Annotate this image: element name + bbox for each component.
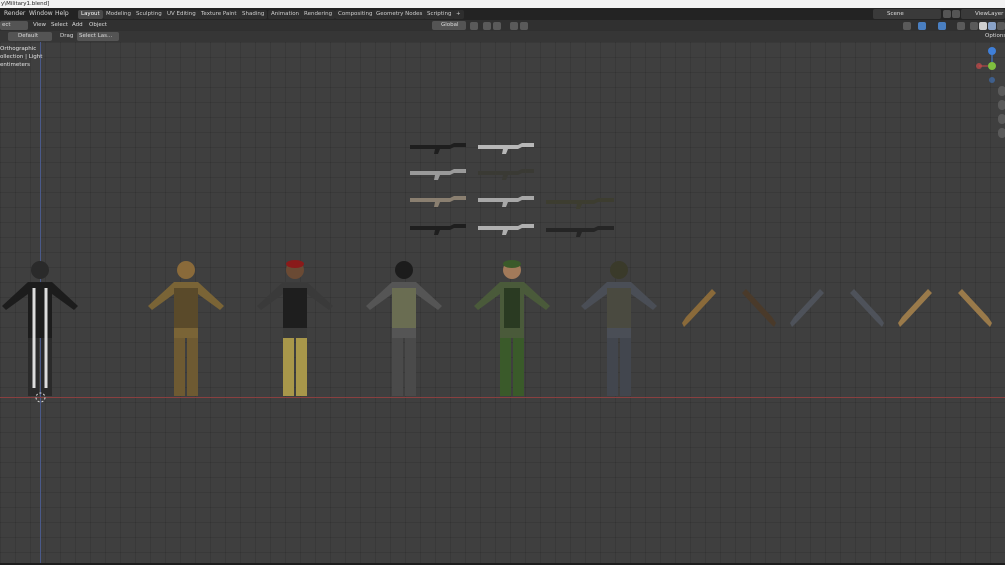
visibility-icon[interactable] [903, 22, 911, 30]
transform-orientation-value: Global [441, 22, 459, 28]
tool-settings-bar: Default Drag Select Las... Options [0, 31, 1005, 42]
pan-icon[interactable] [998, 100, 1005, 110]
menu-help[interactable]: Help [55, 8, 69, 20]
camera-view-icon[interactable] [998, 114, 1005, 124]
arm-model[interactable] [958, 287, 994, 329]
tab-geometry-nodes[interactable]: Geometry Nodes [373, 10, 426, 19]
snap-target-icon[interactable] [493, 22, 501, 30]
soldier-model[interactable] [356, 258, 452, 398]
top-bar: Render Window Help Layout Modeling Sculp… [0, 8, 1005, 20]
orientation-dropdown[interactable]: Default [8, 32, 52, 41]
rifle-model[interactable] [478, 166, 534, 180]
menu-render[interactable]: Render [4, 8, 25, 20]
perspective-toggle-icon[interactable] [998, 128, 1005, 138]
units-text: entimeters [0, 62, 30, 68]
gizmo-toggle-icon[interactable] [918, 22, 926, 30]
tab-animation[interactable]: Animation [268, 10, 303, 19]
rifle-model[interactable] [410, 140, 466, 154]
add-workspace-button[interactable]: + [453, 10, 464, 19]
tab-sculpting[interactable]: Sculpting [133, 10, 165, 19]
navigation-gizmo[interactable] [968, 44, 1005, 88]
arm-model[interactable] [788, 287, 824, 329]
drag-label: Drag [60, 33, 74, 39]
xray-toggle-icon[interactable] [957, 22, 965, 30]
viewport-header: ect Mode View Select Add Object Global [0, 20, 1005, 37]
proportional-falloff-icon[interactable] [520, 22, 528, 30]
tab-uv-editing[interactable]: UV Editing [164, 10, 199, 19]
viewlayer-label: ViewLayer [975, 11, 1004, 17]
pivot-point-icon[interactable] [470, 22, 478, 30]
arm-model[interactable] [680, 287, 716, 329]
soldier-model[interactable] [571, 258, 667, 398]
soldier-model[interactable] [0, 258, 88, 398]
rifle-model[interactable] [478, 193, 534, 207]
tab-scripting[interactable]: Scripting [424, 10, 455, 19]
shading-wireframe-icon[interactable] [970, 22, 978, 30]
rifle-model[interactable] [410, 193, 466, 207]
view-type-text: Orthographic [0, 46, 37, 52]
delete-scene-icon[interactable] [952, 10, 960, 18]
rifle-model[interactable] [546, 195, 614, 209]
rifle-model[interactable] [478, 221, 534, 235]
viewlayer-selector[interactable]: ViewLayer [961, 9, 1005, 19]
arm-model[interactable] [742, 287, 778, 329]
3d-viewport[interactable]: Orthographic ollection | Light entimeter… [0, 42, 1005, 563]
add-menu[interactable]: Add [70, 21, 85, 30]
proportional-edit-icon[interactable] [510, 22, 518, 30]
tab-layout[interactable]: Layout [78, 10, 103, 19]
scene-label: Scene [887, 11, 904, 17]
scene-selector[interactable]: Scene [873, 9, 941, 19]
rifle-model[interactable] [546, 223, 614, 237]
tab-compositing[interactable]: Compositing [335, 10, 376, 19]
orientation-value: Default [18, 33, 39, 39]
tab-texture-paint[interactable]: Texture Paint [198, 10, 240, 19]
tab-modeling[interactable]: Modeling [103, 10, 135, 19]
shading-solid-icon[interactable] [979, 22, 987, 30]
zoom-icon[interactable] [998, 86, 1005, 96]
soldier-model[interactable] [138, 258, 234, 398]
arm-model[interactable] [896, 287, 932, 329]
rifle-model[interactable] [410, 166, 466, 180]
select-menu[interactable]: Select [49, 21, 70, 30]
window-title: y\Military1.blend] [0, 0, 1005, 8]
collection-text: ollection | Light [0, 54, 43, 60]
options-button[interactable]: Options [983, 32, 1005, 41]
soldier-model[interactable] [464, 258, 560, 398]
overlays-toggle-icon[interactable] [938, 22, 946, 30]
drag-dropdown[interactable]: Select Las... [77, 32, 119, 41]
new-scene-icon[interactable] [943, 10, 951, 18]
tab-rendering[interactable]: Rendering [301, 10, 336, 19]
rifle-model[interactable] [410, 221, 466, 235]
snap-icon[interactable] [483, 22, 491, 30]
menu-window[interactable]: Window [29, 8, 53, 20]
tab-shading[interactable]: Shading [239, 10, 268, 19]
shading-material-icon[interactable] [988, 22, 996, 30]
shading-rendered-icon[interactable] [997, 22, 1005, 30]
soldier-model[interactable] [247, 258, 343, 398]
mode-selector[interactable]: ect Mode [0, 21, 28, 37]
view-menu[interactable]: View [31, 21, 48, 30]
object-menu[interactable]: Object [87, 21, 109, 30]
arm-model[interactable] [850, 287, 886, 329]
rifle-model[interactable] [478, 140, 534, 154]
3d-cursor-icon [35, 392, 46, 403]
transform-orientation-dropdown[interactable]: Global [432, 21, 466, 30]
